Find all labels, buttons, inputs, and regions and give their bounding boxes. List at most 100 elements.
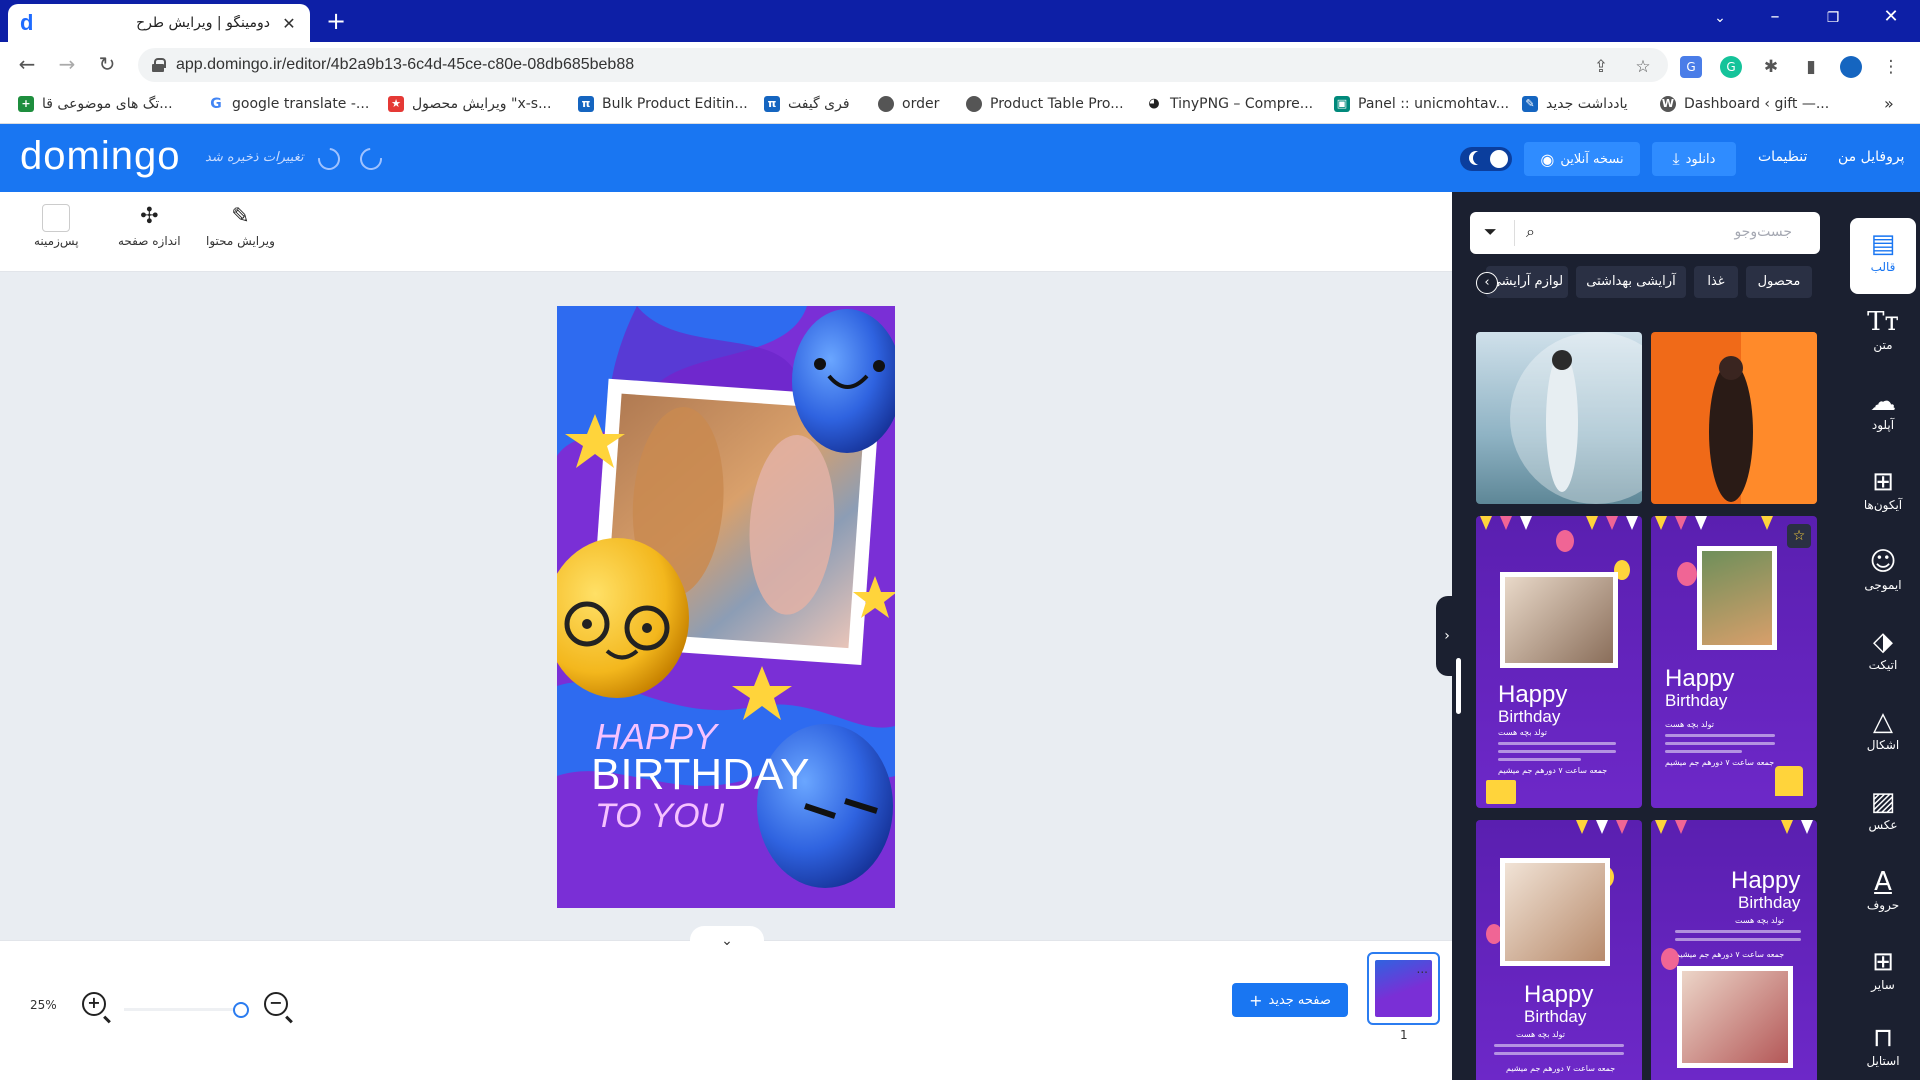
side-panel-icon[interactable]: ▮ — [1800, 56, 1822, 78]
design-text-birthday[interactable]: BIRTHDAY — [591, 750, 809, 799]
search-divider — [1514, 220, 1515, 246]
chip-makeup[interactable]: لوازم آرایشی — [1486, 266, 1568, 298]
template-date: جمعه ساعت ۷ دورهم جم میشیم — [1665, 758, 1775, 767]
zoom-in-icon[interactable]: + — [82, 992, 106, 1016]
balloon-decoration — [1556, 530, 1574, 552]
chevron-down-icon[interactable]: ⌄ — [690, 926, 764, 954]
new-page-button[interactable]: صفحه جدید + — [1232, 983, 1348, 1017]
bookmark-item[interactable]: ★ ویرایش محصول "x-s... — [388, 96, 551, 112]
bookmark-item[interactable]: Product Table Pro... — [966, 96, 1124, 112]
bookmark-item[interactable]: Ggoogle translate -... — [208, 96, 369, 112]
panel-collapse-icon[interactable]: › — [1436, 596, 1458, 676]
template-card-photo-2[interactable] — [1651, 332, 1817, 504]
product-icon: π — [764, 96, 780, 112]
nav-profile[interactable]: پروفایل من — [1838, 149, 1904, 165]
download-button[interactable]: دانلود ⤓ — [1652, 142, 1736, 176]
bookmark-item[interactable]: π Bulk Product Editin... — [578, 96, 748, 112]
sidebar-item-letters[interactable]: A حروف — [1850, 856, 1916, 932]
tab-search-icon[interactable]: ⌄ — [1705, 10, 1735, 26]
page-thumbnail[interactable]: ... — [1367, 952, 1440, 1025]
bookmark-star-icon[interactable]: ☆ — [1632, 56, 1654, 78]
search-icon[interactable]: ⌕ — [1526, 222, 1535, 242]
image-icon: ▨ — [1870, 787, 1896, 817]
back-icon[interactable]: ← — [14, 52, 40, 76]
template-search[interactable]: ⏷ ⌕ جست‌وجو — [1470, 212, 1820, 254]
background-tool[interactable]: پس‌زمینه — [34, 204, 79, 248]
undo-icon[interactable] — [313, 143, 345, 175]
page-size-tool[interactable]: ✣ اندازه صفحه — [118, 204, 181, 248]
design-canvas[interactable]: HAPPY BIRTHDAY TO YOU — [557, 306, 895, 908]
url-field[interactable]: app.domingo.ir/editor/4b2a9b13-6c4d-45ce… — [138, 48, 1668, 82]
new-tab-icon[interactable]: + — [326, 8, 346, 34]
thumbnail-menu-icon[interactable]: ... — [1417, 962, 1428, 976]
sidebar-item-more[interactable]: ⊞ سایر — [1850, 936, 1916, 1012]
more-bookmarks-icon[interactable]: » — [1884, 94, 1894, 113]
design-text-to-you[interactable]: TO YOU — [595, 797, 725, 835]
extensions-icon[interactable]: ✱ — [1760, 56, 1782, 78]
template-text-lines — [1665, 734, 1775, 774]
resize-icon: ✣ — [140, 204, 159, 229]
address-bar: ← → ↻ app.domingo.ir/editor/4b2a9b13-6c4… — [0, 42, 1920, 88]
chip-food[interactable]: غذا — [1694, 266, 1738, 298]
translate-extension-icon[interactable]: G — [1680, 56, 1702, 78]
template-icon: ▤ — [1870, 229, 1896, 259]
window-close-icon[interactable]: ✕ — [1876, 6, 1906, 27]
forward-icon[interactable]: → — [54, 52, 80, 76]
sidebar-item-sticker[interactable]: ⬗ اتیکت — [1850, 616, 1916, 692]
template-card-birthday-3[interactable]: Happy Birthday تولد بچه هست جمعه ساعت ۷ د… — [1476, 820, 1642, 1080]
domingo-logo[interactable]: domingo — [20, 134, 180, 179]
lock-icon — [152, 58, 166, 72]
bookmark-item[interactable]: + تگ های موضوعی قا... — [18, 96, 173, 112]
reload-icon[interactable]: ↻ — [94, 52, 120, 76]
template-date: جمعه ساعت ۷ دورهم جم میشیم — [1675, 950, 1785, 959]
zoom-slider-handle[interactable] — [233, 1002, 249, 1018]
design-artwork: HAPPY BIRTHDAY TO YOU — [557, 306, 895, 908]
browser-tab[interactable]: d دومینگو | ویرایش طرح ✕ — [8, 4, 310, 42]
profile-avatar[interactable] — [1840, 56, 1862, 78]
edit-content-tool[interactable]: ✎ ویرایش محتوا — [206, 204, 275, 248]
template-subtitle: تولد بچه هست — [1665, 720, 1714, 729]
sidebar-item-icons[interactable]: ⊞ آیکون‌ها — [1850, 456, 1916, 532]
favorite-star-icon[interactable]: ☆ — [1787, 524, 1811, 548]
bookmark-item[interactable]: W Dashboard ‹ gift —... — [1660, 96, 1829, 112]
restore-icon[interactable]: ❐ — [1818, 10, 1848, 26]
bunting-decoration — [1655, 820, 1813, 834]
zoom-slider[interactable] — [124, 1008, 240, 1011]
sidebar-item-style[interactable]: ⊓ استایل — [1850, 1012, 1916, 1080]
search-placeholder: جست‌وجو — [1734, 224, 1792, 240]
panel-scrollbar[interactable] — [1456, 658, 1461, 714]
redo-icon[interactable] — [355, 143, 387, 175]
sidebar-item-emoji[interactable]: ☺ ایموجی — [1850, 536, 1916, 612]
sidebar-item-upload[interactable]: ☁ آپلود — [1850, 376, 1916, 452]
filter-icon[interactable]: ⏷ — [1484, 222, 1497, 242]
sheets-icon: + — [18, 96, 34, 112]
bookmark-item[interactable]: order — [878, 96, 939, 112]
chip-product[interactable]: محصول — [1746, 266, 1812, 298]
grammarly-icon[interactable]: G — [1720, 56, 1742, 78]
globe-icon — [878, 96, 894, 112]
minimize-icon[interactable]: – — [1760, 6, 1790, 27]
online-version-button[interactable]: نسخه آنلاین ◉ — [1524, 142, 1640, 176]
tab-close-icon[interactable]: ✕ — [280, 14, 298, 33]
dark-mode-toggle[interactable] — [1460, 147, 1512, 171]
sidebar-item-photos[interactable]: ▨ عکس — [1850, 776, 1916, 852]
template-text-lines — [1498, 742, 1616, 782]
page-number: 1 — [1400, 1028, 1408, 1042]
template-card-photo-1[interactable] — [1476, 332, 1642, 504]
template-card-birthday-4[interactable]: Happy Birthday تولد بچه هست جمعه ساعت ۷ د… — [1651, 820, 1817, 1080]
chips-scroll-left-icon[interactable]: ‹ — [1476, 272, 1498, 294]
chip-cosmetics[interactable]: آرایشی بهداشتی — [1576, 266, 1686, 298]
bookmark-item[interactable]: ◕ TinyPNG – Compre... — [1146, 96, 1313, 112]
bookmark-item[interactable]: ▣ Panel :: unicmohtav... — [1334, 96, 1509, 112]
sidebar-item-shapes[interactable]: △ اشکال — [1850, 696, 1916, 772]
share-icon[interactable]: ⇪ — [1590, 56, 1612, 78]
browser-menu-icon[interactable]: ⋮ — [1880, 56, 1902, 78]
sidebar-item-text[interactable]: Tт متن — [1850, 296, 1916, 372]
sidebar-item-templates[interactable]: ▤ قالب — [1850, 218, 1916, 294]
template-card-birthday-2[interactable]: ☆ Happy Birthday تولد بچه هست جمعه ساعت ۷… — [1651, 516, 1817, 808]
bookmark-item[interactable]: ✎ یادداشت جدید — [1522, 96, 1628, 112]
zoom-out-icon[interactable]: − — [264, 992, 288, 1016]
nav-settings[interactable]: تنظیمات — [1758, 149, 1807, 165]
bookmark-item[interactable]: π فری گیفت — [764, 96, 850, 112]
template-card-birthday-1[interactable]: Happy Birthday تولد بچه هست جمعه ساعت ۷ د… — [1476, 516, 1642, 808]
